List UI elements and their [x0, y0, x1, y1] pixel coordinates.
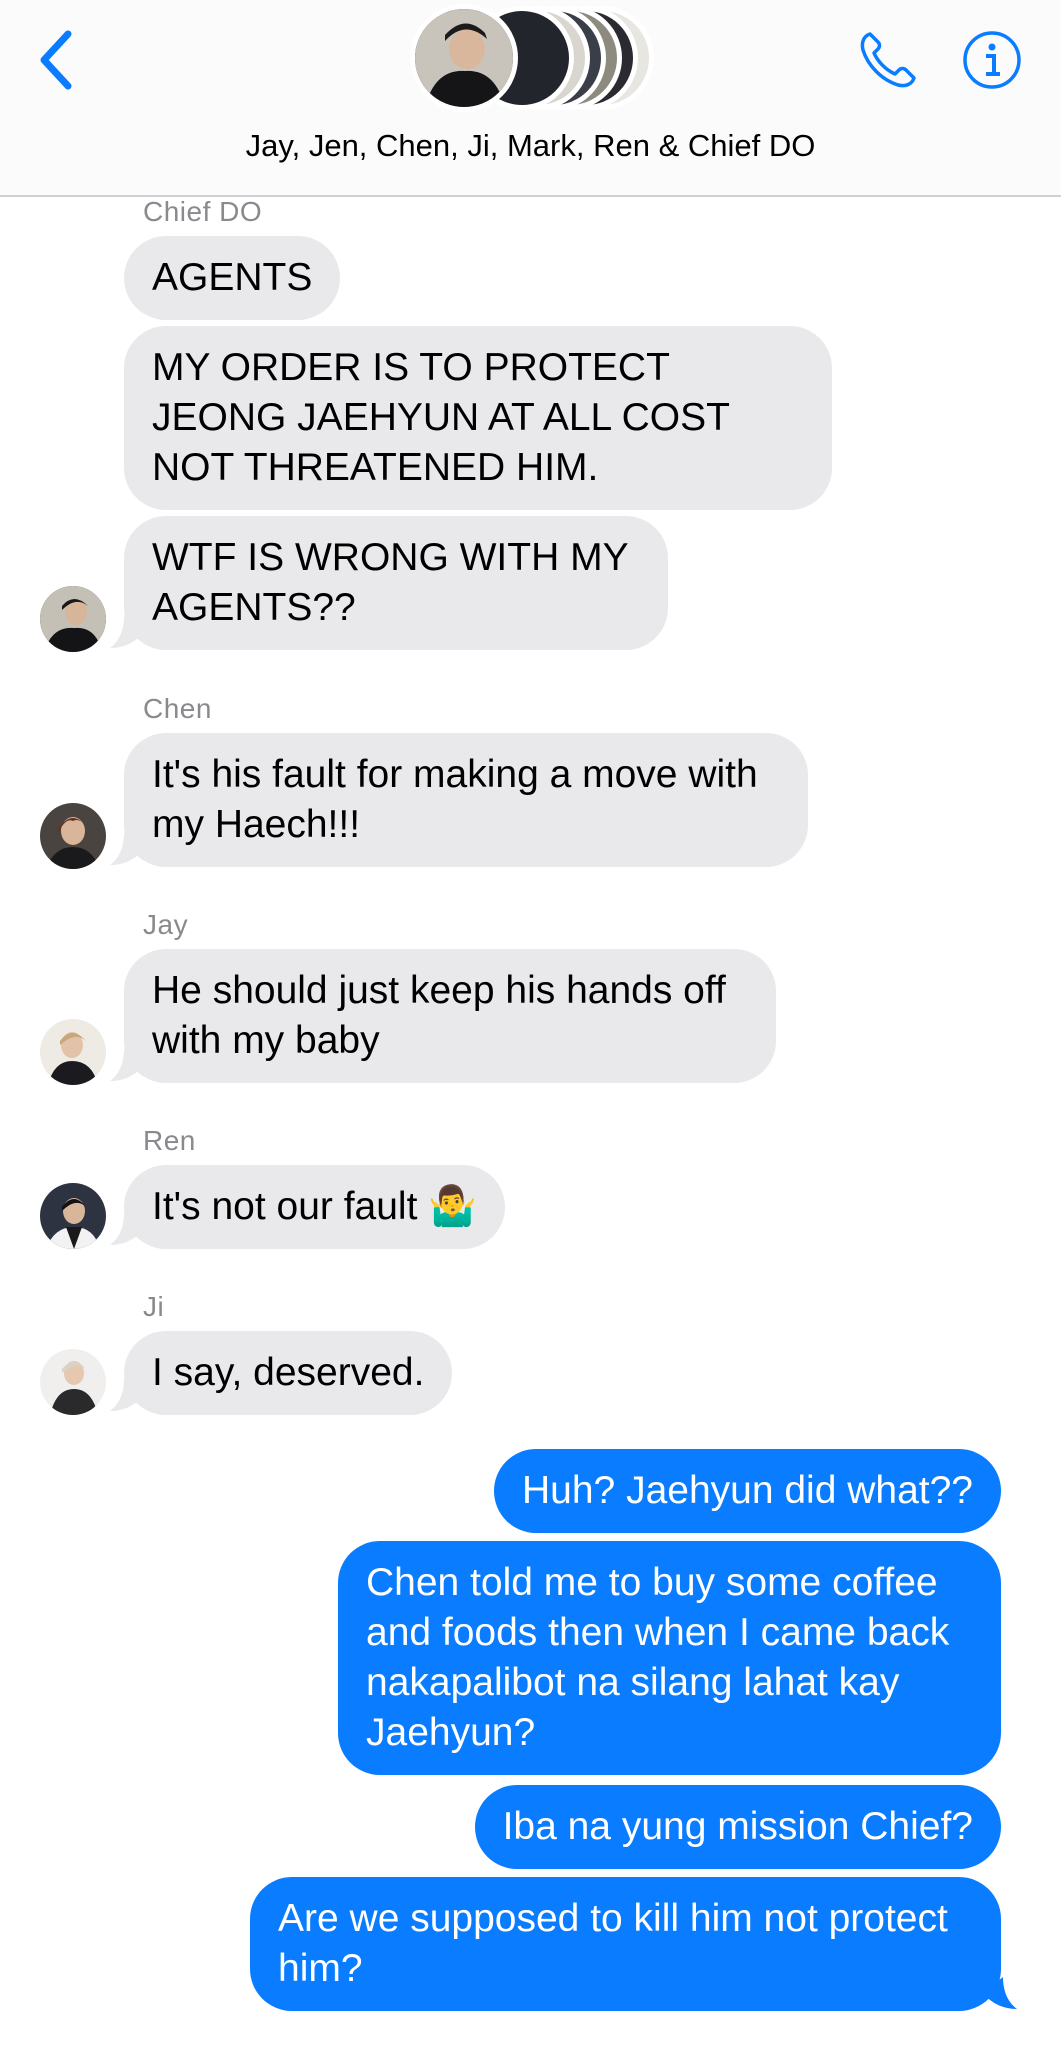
back-button[interactable]	[34, 28, 78, 92]
avatar[interactable]	[40, 803, 106, 869]
avatar[interactable]	[40, 1019, 106, 1085]
bubble-tail	[110, 1379, 144, 1411]
avatar[interactable]	[40, 1183, 106, 1249]
chevron-left-icon	[40, 30, 72, 90]
message-bubble-incoming[interactable]: AGENTS	[124, 236, 341, 320]
conversation-header: Jay, Jen, Chen, Ji, Mark, Ren & Chief DO	[0, 0, 1061, 197]
sender-name: Chen	[143, 693, 212, 724]
message-bubble-incoming[interactable]: I say, deserved.	[124, 1331, 453, 1415]
info-icon	[963, 31, 1021, 89]
bubble-tail	[983, 1977, 1017, 2009]
message-bubble-incoming[interactable]: It's not our fault 🤷‍♂️	[124, 1165, 505, 1249]
avatar	[410, 4, 518, 112]
bubble-tail	[110, 616, 144, 648]
group-title[interactable]: Jay, Jen, Chen, Ji, Mark, Ren & Chief DO	[0, 128, 1061, 164]
group-avatar-stack[interactable]	[410, 4, 660, 116]
message-bubble-outgoing[interactable]: Are we supposed to kill him not protect …	[250, 1877, 1001, 2011]
bubble-tail	[110, 1213, 144, 1245]
message-bubble-outgoing[interactable]: Iba na yung mission Chief?	[474, 1785, 1001, 1869]
sender-name: Ren	[143, 1125, 196, 1156]
bubble-tail	[110, 833, 144, 865]
message-bubble-incoming[interactable]: He should just keep his hands off with m…	[124, 949, 776, 1083]
call-button[interactable]	[856, 28, 920, 92]
avatar[interactable]	[40, 586, 106, 652]
sender-name: Chief DO	[143, 196, 263, 227]
avatar[interactable]	[40, 1349, 106, 1415]
bubble-tail	[110, 1049, 144, 1081]
message-bubble-outgoing[interactable]: Chen told me to buy some coffee and food…	[338, 1541, 1001, 1775]
sender-name: Ji	[143, 1291, 165, 1322]
message-bubble-incoming[interactable]: It's his fault for making a move with my…	[124, 733, 808, 867]
sender-name: Jay	[143, 909, 189, 940]
message-bubble-incoming[interactable]: WTF IS WRONG WITH MY AGENTS??	[124, 516, 668, 650]
message-bubble-outgoing[interactable]: Huh? Jaehyun did what??	[494, 1449, 1001, 1533]
phone-icon	[860, 32, 916, 88]
info-button[interactable]	[960, 28, 1024, 92]
message-bubble-incoming[interactable]: MY ORDER IS TO PROTECT JEONG JAEHYUN AT …	[124, 326, 832, 510]
